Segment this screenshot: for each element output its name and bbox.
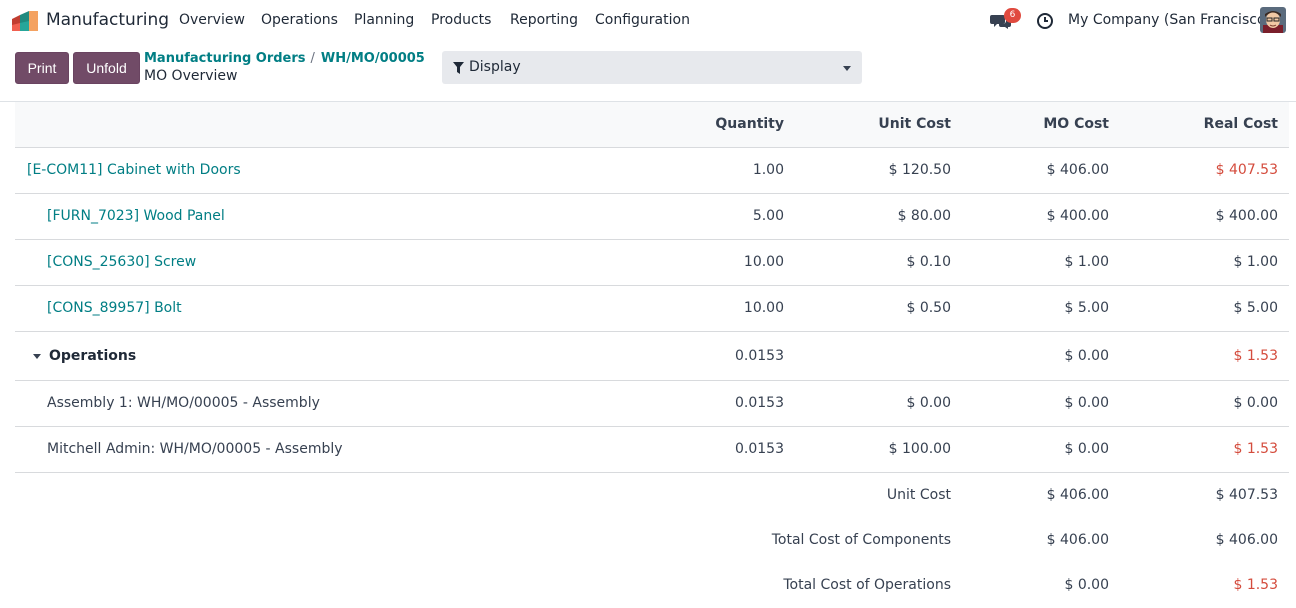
total-row: Total Cost of Operations $ 0.00 $ 1.53	[15, 563, 1289, 608]
print-button[interactable]: Print	[15, 52, 69, 84]
real-cost-cell: $ 1.53	[1233, 577, 1278, 593]
unit-cost-cell: $ 100.00	[888, 441, 951, 457]
real-cost-cell: $ 1.53	[1233, 441, 1278, 457]
clock-icon[interactable]	[1036, 12, 1054, 30]
filter-icon	[453, 62, 464, 74]
breadcrumb-manufacturing-orders[interactable]: Manufacturing Orders	[144, 51, 306, 66]
real-cost-cell: $ 5.00	[1233, 300, 1278, 316]
real-cost-cell: $ 400.00	[1215, 208, 1278, 224]
mo-cost-cell: $ 406.00	[1046, 162, 1109, 178]
real-cost-cell: $ 0.00	[1233, 395, 1278, 411]
operations-group-row[interactable]: Operations 0.0153 $ 0.00 $ 1.53	[15, 332, 1289, 381]
menu-planning[interactable]: Planning	[354, 12, 414, 28]
total-row: Total Cost of Components $ 406.00 $ 406.…	[15, 518, 1289, 563]
unit-cost-cell: $ 80.00	[897, 208, 951, 224]
product-row: [E-COM11] Cabinet with Doors 1.00 $ 120.…	[15, 148, 1289, 194]
real-cost-cell: $ 1.53	[1233, 348, 1278, 364]
menu-operations[interactable]: Operations	[261, 12, 338, 28]
menu-products[interactable]: Products	[431, 12, 491, 28]
mo-overview-table: Quantity Unit Cost MO Cost Real Cost [E-…	[15, 102, 1289, 608]
quantity-cell: 10.00	[743, 254, 784, 270]
header-unit-cost: Unit Cost	[878, 116, 951, 132]
unit-cost-cell: $ 0.10	[906, 254, 951, 270]
component-row: [FURN_7023] Wood Panel 5.00 $ 80.00 $ 40…	[15, 194, 1289, 240]
quantity-cell: 0.0153	[735, 348, 784, 364]
chevron-down-icon	[843, 66, 851, 71]
operation-row: Assembly 1: WH/MO/00005 - Assembly 0.015…	[15, 381, 1289, 427]
unit-cost-cell: $ 0.00	[906, 395, 951, 411]
header-real-cost: Real Cost	[1203, 116, 1278, 132]
table-header: Quantity Unit Cost MO Cost Real Cost	[15, 102, 1289, 148]
real-cost-cell: $ 407.53	[1215, 487, 1278, 503]
top-navbar: Manufacturing Overview Operations Planni…	[0, 0, 1296, 42]
breadcrumb: Manufacturing Orders / WH/MO/00005	[144, 51, 425, 66]
quantity-cell: 0.0153	[735, 441, 784, 457]
unfold-button[interactable]: Unfold	[73, 52, 140, 84]
breadcrumb-separator: /	[310, 51, 315, 66]
menu-configuration[interactable]: Configuration	[595, 12, 690, 28]
mo-cost-cell: $ 1.00	[1064, 254, 1109, 270]
header-quantity: Quantity	[715, 116, 784, 132]
component-link[interactable]: [FURN_7023] Wood Panel	[47, 208, 225, 224]
unit-cost-cell: $ 0.50	[906, 300, 951, 316]
header-mo-cost: MO Cost	[1043, 116, 1109, 132]
chat-count-badge: 6	[1004, 8, 1021, 23]
real-cost-cell: $ 1.00	[1233, 254, 1278, 270]
total-label: Total Cost of Operations	[783, 577, 951, 593]
quantity-cell: 1.00	[752, 162, 784, 178]
mo-cost-cell: $ 406.00	[1046, 487, 1109, 503]
component-row: [CONS_89957] Bolt 10.00 $ 0.50 $ 5.00 $ …	[15, 286, 1289, 332]
company-switcher[interactable]: My Company (San Francisco)	[1068, 12, 1271, 28]
operation-row: Mitchell Admin: WH/MO/00005 - Assembly 0…	[15, 427, 1289, 473]
menu-reporting[interactable]: Reporting	[510, 12, 578, 28]
mo-cost-cell: $ 0.00	[1064, 348, 1109, 364]
mo-cost-cell: $ 0.00	[1064, 395, 1109, 411]
menu-overview[interactable]: Overview	[179, 12, 245, 28]
mo-cost-cell: $ 406.00	[1046, 532, 1109, 548]
operation-name: Assembly 1: WH/MO/00005 - Assembly	[47, 395, 320, 411]
mo-cost-cell: $ 5.00	[1064, 300, 1109, 316]
component-link[interactable]: [CONS_25630] Screw	[47, 254, 196, 270]
component-link[interactable]: [CONS_89957] Bolt	[47, 300, 182, 316]
real-cost-cell: $ 407.53	[1215, 162, 1278, 178]
quantity-cell: 0.0153	[735, 395, 784, 411]
mo-cost-cell: $ 0.00	[1064, 441, 1109, 457]
caret-down-icon[interactable]	[33, 354, 41, 359]
app-name[interactable]: Manufacturing	[46, 10, 169, 30]
breadcrumb-mo-reference[interactable]: WH/MO/00005	[321, 51, 425, 66]
unit-cost-cell: $ 120.50	[888, 162, 951, 178]
quantity-cell: 5.00	[752, 208, 784, 224]
operations-group-label[interactable]: Operations	[49, 348, 136, 364]
total-label: Unit Cost	[886, 487, 951, 503]
product-link[interactable]: [E-COM11] Cabinet with Doors	[27, 162, 241, 178]
total-label: Total Cost of Components	[771, 532, 951, 548]
display-dropdown[interactable]: Display	[442, 51, 862, 84]
quantity-cell: 10.00	[743, 300, 784, 316]
real-cost-cell: $ 406.00	[1215, 532, 1278, 548]
operation-name: Mitchell Admin: WH/MO/00005 - Assembly	[47, 441, 343, 457]
page-title: MO Overview	[144, 68, 238, 84]
component-row: [CONS_25630] Screw 10.00 $ 0.10 $ 1.00 $…	[15, 240, 1289, 286]
display-label: Display	[469, 59, 521, 75]
mo-cost-cell: $ 400.00	[1046, 208, 1109, 224]
total-row: Unit Cost $ 406.00 $ 407.53	[15, 473, 1289, 518]
user-avatar[interactable]	[1260, 7, 1286, 33]
manufacturing-app-icon[interactable]	[12, 11, 38, 31]
mo-cost-cell: $ 0.00	[1064, 577, 1109, 593]
